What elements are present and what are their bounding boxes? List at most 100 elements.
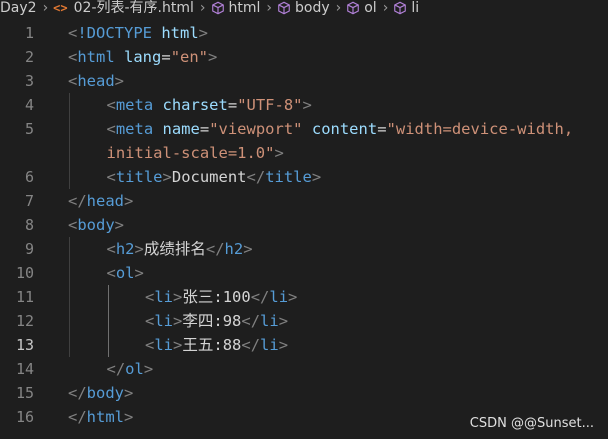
code-token: > xyxy=(302,96,312,114)
code-token: "UTF-8" xyxy=(237,96,303,114)
code-text: <li>王五:88</li> xyxy=(145,333,288,357)
code-token: </ xyxy=(106,360,126,378)
code-token: > xyxy=(288,288,298,306)
code-line[interactable]: initial-scale=1.0"> xyxy=(0,141,608,165)
code-token: html xyxy=(86,408,124,426)
breadcrumb-item-html[interactable]: html xyxy=(211,0,261,16)
code-line[interactable]: 9 <h2>成绩排名</h2> xyxy=(0,237,608,261)
chevron-right-icon: › xyxy=(382,0,389,16)
code-token: charset xyxy=(162,96,228,114)
code-token: </ xyxy=(68,408,87,426)
code-token: > xyxy=(124,408,134,426)
code-line[interactable]: 3 <head> xyxy=(0,69,608,93)
code-token: Document xyxy=(171,168,247,186)
code-text: <meta name="viewport" content="width=dev… xyxy=(107,117,574,141)
code-token: ol xyxy=(125,360,144,378)
code-token: = xyxy=(227,96,238,114)
code-token: html xyxy=(161,24,199,42)
code-token: head xyxy=(77,72,115,90)
code-text: </ol> xyxy=(107,357,154,381)
code-token: < xyxy=(106,120,116,138)
watermark: CSDN @@Sunset... xyxy=(469,416,594,431)
code-token: </ xyxy=(241,312,261,330)
code-token: 李四:98 xyxy=(182,312,242,330)
code-token: = xyxy=(199,120,210,138)
code-line[interactable]: 8 <body> xyxy=(0,213,608,237)
code-line[interactable]: 6 <title>Document</title> xyxy=(0,165,608,189)
breadcrumb-item-ol[interactable]: ol xyxy=(346,0,377,16)
line-number: 14 xyxy=(15,360,34,378)
breadcrumb-item-day2[interactable]: Day2 xyxy=(0,0,37,16)
code-token: < xyxy=(68,24,78,42)
code-line[interactable]: 12 <li>李四:98</li> xyxy=(0,309,608,333)
breadcrumb-item-02-html[interactable]: <> 02-列表-有序.html xyxy=(53,0,194,16)
code-text: <li>李四:98</li> xyxy=(145,309,288,333)
code-token: > xyxy=(114,216,125,234)
code-token: </ xyxy=(68,384,87,402)
code-token: "en" xyxy=(170,48,209,66)
indent-guide xyxy=(69,93,70,189)
cube-icon xyxy=(394,1,407,15)
line-number: 1 xyxy=(24,24,34,42)
code-line[interactable]: 5 <meta name="viewport" content="width=de… xyxy=(0,117,608,141)
code-line[interactable]: 1 <!DOCTYPE html> xyxy=(0,21,608,45)
code-text: <!DOCTYPE html> xyxy=(68,21,208,45)
code-token: </ xyxy=(241,336,261,354)
code-token: title xyxy=(265,168,312,186)
chevron-right-icon: › xyxy=(199,0,206,16)
code-token: </ xyxy=(205,240,225,258)
code-token: > xyxy=(134,240,144,258)
code-token: > xyxy=(198,24,209,42)
code-token: body xyxy=(86,384,124,402)
code-token: meta xyxy=(115,96,154,114)
code-text: <h2>成绩排名</h2> xyxy=(107,237,253,261)
code-token: > xyxy=(208,48,218,66)
breadcrumb-item-body[interactable]: body xyxy=(277,0,330,16)
code-token: > xyxy=(143,360,154,378)
cube-icon xyxy=(278,1,290,15)
code-token: title xyxy=(115,168,163,186)
code-line[interactable]: 15 </body> xyxy=(0,381,608,405)
code-token: head xyxy=(86,192,124,210)
breadcrumb-label: html xyxy=(228,0,261,16)
code-editor[interactable]: 1 <!DOCTYPE html> 2 <html lang="en"> 3 <head>… xyxy=(0,20,608,439)
chevron-right-icon: › xyxy=(335,0,342,16)
code-text: </head> xyxy=(68,189,133,213)
code-token: name xyxy=(162,120,200,138)
code-token: < xyxy=(106,264,116,282)
code-token: li xyxy=(269,288,289,306)
code-line[interactable]: 4 <meta charset="UTF-8"> xyxy=(0,93,608,117)
code-token: > xyxy=(124,384,134,402)
code-line[interactable]: 7 </head> xyxy=(0,189,608,213)
code-line[interactable]: 11 <li>张三:100</li> xyxy=(0,285,608,309)
code-line[interactable]: 2 <html lang="en"> xyxy=(0,45,608,69)
code-text: <body> xyxy=(68,213,124,237)
code-token: > xyxy=(162,168,172,186)
code-token: ol xyxy=(115,264,135,282)
code-token: < xyxy=(145,336,155,354)
code-token: li xyxy=(260,336,279,354)
code-line[interactable]: 13 <li>王五:88</li> xyxy=(0,333,608,357)
code-token: "width=device-width, xyxy=(386,120,574,138)
code-token: < xyxy=(68,72,78,90)
code-token: < xyxy=(106,96,116,114)
code-token: meta xyxy=(115,120,154,138)
code-token: > xyxy=(114,72,125,90)
line-number: 5 xyxy=(24,120,34,138)
line-number: 2 xyxy=(24,48,34,66)
html-file-icon: <> xyxy=(53,1,68,15)
code-line[interactable]: 14 </ol> xyxy=(0,357,608,381)
breadcrumb-item-li[interactable]: li xyxy=(393,0,419,16)
code-line[interactable]: 10 <ol> xyxy=(0,261,608,285)
code-token: h2 xyxy=(224,240,244,258)
code-token: content xyxy=(311,120,378,138)
indent-guide xyxy=(107,285,109,357)
code-text: <title>Document</title> xyxy=(107,165,322,189)
code-token: > xyxy=(311,168,322,186)
code-token: 王五:88 xyxy=(182,336,242,354)
code-token: </ xyxy=(68,192,87,210)
code-text: <meta charset="UTF-8"> xyxy=(107,93,312,117)
